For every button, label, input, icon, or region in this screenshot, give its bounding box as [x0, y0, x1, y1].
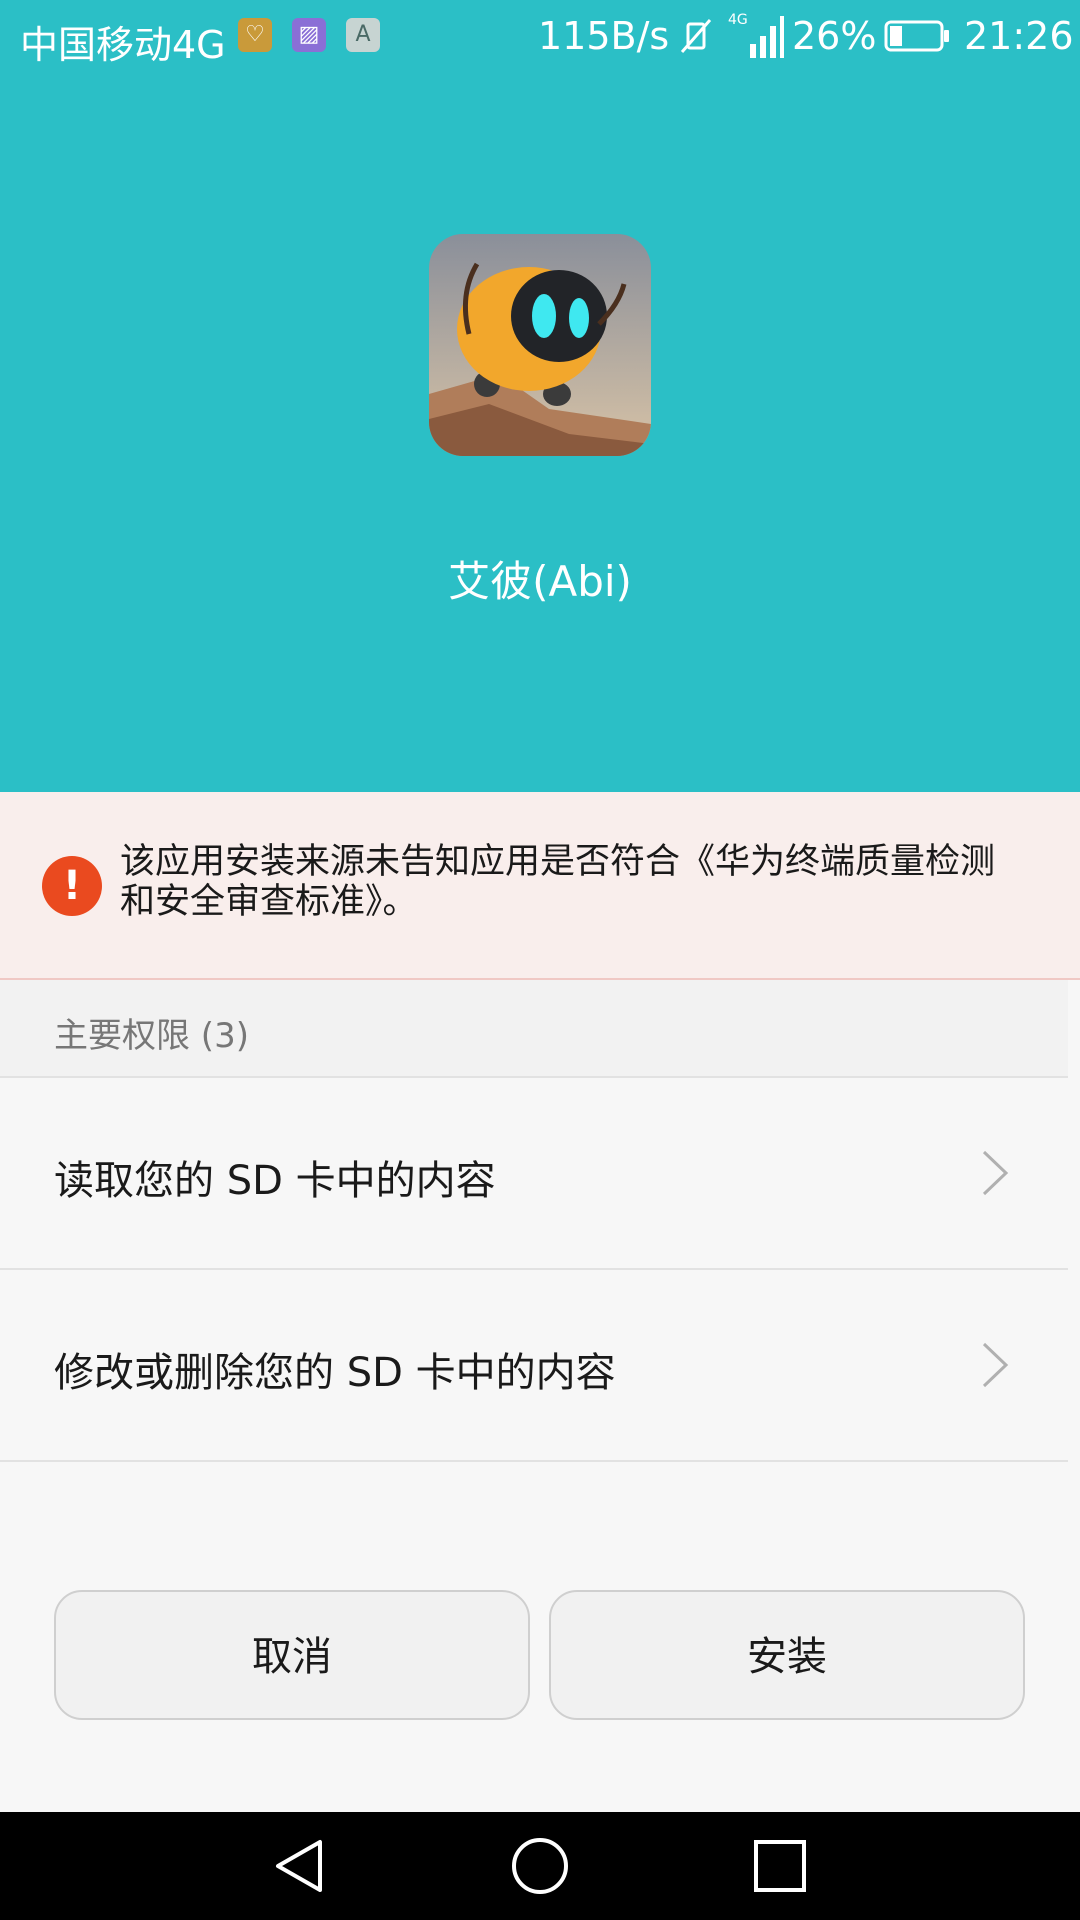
permissions-section-header: 主要权限 (3)	[0, 980, 1068, 1078]
warning-text: 该应用安装来源未告知应用是否符合《华为终端质量检测和安全审查标准》。	[120, 842, 996, 922]
exclamation-icon: !	[42, 856, 102, 916]
navigation-bar	[0, 1812, 1080, 1920]
recents-square-icon[interactable]	[750, 1836, 810, 1896]
network-type-label: 4G	[728, 12, 748, 28]
battery-level-fill	[890, 26, 902, 46]
permissions-title: 主要权限 (3)	[54, 1016, 249, 1056]
health-app-icon: ♡	[238, 18, 272, 52]
signal-icon: 4G	[728, 12, 784, 58]
vibrate-mute-icon	[680, 19, 712, 53]
permission-label: 读取您的 SD 卡中的内容	[54, 1158, 496, 1204]
app-name: 艾彼(Abi)	[448, 557, 632, 606]
clock: 21:26	[964, 14, 1074, 58]
permission-item-modify-sd[interactable]: 修改或删除您的 SD 卡中的内容	[0, 1270, 1068, 1462]
chevron-right-icon	[982, 1150, 1009, 1196]
robot-app-icon	[429, 234, 651, 456]
carrier-label: 中国移动4G	[20, 23, 226, 67]
battery-percent: 26%	[792, 14, 877, 58]
install-button[interactable]: 安装	[549, 1590, 1025, 1720]
network-speed: 115B/s	[538, 14, 670, 58]
chevron-right-icon	[982, 1342, 1009, 1388]
back-triangle-icon[interactable]	[270, 1836, 330, 1896]
permission-label: 修改或删除您的 SD 卡中的内容	[54, 1350, 616, 1396]
battery-icon	[884, 20, 949, 52]
font-app-icon: A	[346, 18, 380, 52]
status-bar: 中国移动4G ♡ ▨ A 115B/s 4G 26% 21:26	[0, 0, 1080, 76]
source-warning-banner: ! 该应用安装来源未告知应用是否符合《华为终端质量检测和安全审查标准》。	[0, 792, 1080, 980]
home-circle-icon[interactable]	[510, 1836, 570, 1896]
install-header: 中国移动4G ♡ ▨ A 115B/s 4G 26% 21:26 艾彼(Abi)	[0, 0, 1080, 792]
gallery-app-icon: ▨	[292, 18, 326, 52]
cancel-button[interactable]: 取消	[54, 1590, 530, 1720]
permission-item-read-sd[interactable]: 读取您的 SD 卡中的内容	[0, 1078, 1068, 1270]
